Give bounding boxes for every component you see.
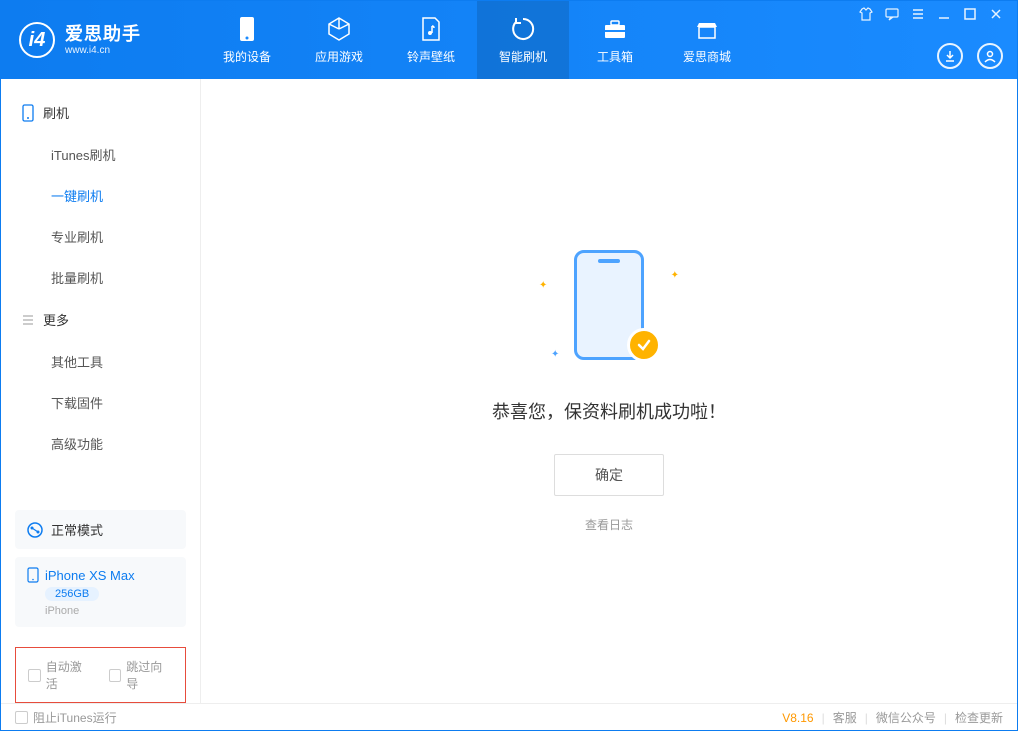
version-label: V8.16 (782, 711, 813, 725)
app-subtitle: www.i4.cn (65, 45, 141, 56)
ok-button[interactable]: 确定 (554, 454, 664, 496)
check-badge-icon (627, 328, 661, 362)
group-title: 更多 (43, 310, 69, 329)
device-type: iPhone (45, 605, 174, 617)
maximize-icon[interactable] (963, 7, 977, 21)
body-area: 刷机 iTunes刷机 一键刷机 专业刷机 批量刷机 更多 其他工具 下载固件 … (1, 79, 1017, 703)
logo-text: 爱思助手 www.i4.cn (65, 24, 141, 57)
phone-icon (21, 104, 35, 122)
sparkle-icon: ✦ (551, 349, 559, 360)
nav-tab-my-device[interactable]: 我的设备 (201, 1, 293, 79)
header: i4 爱思助手 www.i4.cn 我的设备 应用游戏 铃声壁纸 智能刷机 工具… (1, 1, 1017, 79)
nav-tabs: 我的设备 应用游戏 铃声壁纸 智能刷机 工具箱 爱思商城 (201, 1, 753, 79)
footer-link-wechat[interactable]: 微信公众号 (876, 709, 936, 726)
sidebar-item-pro-flash[interactable]: 专业刷机 (1, 216, 200, 257)
nav-tab-ringtones[interactable]: 铃声壁纸 (385, 1, 477, 79)
sidebar-item-download-firmware[interactable]: 下载固件 (1, 382, 200, 423)
checkbox-label: 自动激活 (46, 658, 93, 692)
toolbox-icon (602, 16, 628, 42)
user-icon[interactable] (977, 43, 1003, 69)
music-file-icon (418, 16, 444, 42)
device-card[interactable]: iPhone XS Max 256GB iPhone (15, 557, 186, 627)
sidebar-item-itunes-flash[interactable]: iTunes刷机 (1, 134, 200, 175)
checkbox-auto-activate[interactable]: 自动激活 (28, 658, 93, 692)
footer-link-support[interactable]: 客服 (833, 709, 857, 726)
sidebar-group-more: 更多 (1, 298, 200, 341)
checkbox-icon (109, 669, 122, 682)
success-message: 恭喜您，保资料刷机成功啦！ (492, 398, 726, 424)
window-controls (859, 7, 1003, 21)
app-title: 爱思助手 (65, 24, 141, 46)
close-icon[interactable] (989, 7, 1003, 21)
nav-label: 工具箱 (597, 48, 633, 65)
footer: 阻止iTunes运行 V8.16 | 客服 | 微信公众号 | 检查更新 (1, 703, 1017, 731)
feedback-icon[interactable] (885, 7, 899, 21)
download-icon[interactable] (937, 43, 963, 69)
header-right (859, 1, 1003, 79)
nav-label: 铃声壁纸 (407, 48, 455, 65)
view-log-link[interactable]: 查看日志 (585, 516, 633, 533)
separator: | (822, 711, 825, 725)
minimize-icon[interactable] (937, 7, 951, 21)
nav-label: 智能刷机 (499, 48, 547, 65)
logo-icon: i4 (19, 22, 55, 58)
device-name-row: iPhone XS Max (27, 567, 174, 583)
checkbox-label: 阻止iTunes运行 (33, 709, 117, 726)
nav-tab-apps-games[interactable]: 应用游戏 (293, 1, 385, 79)
user-icons (937, 43, 1003, 69)
sparkle-icon: ✦ (539, 280, 547, 291)
sidebar-top: 刷机 iTunes刷机 一键刷机 专业刷机 批量刷机 更多 其他工具 下载固件 … (1, 79, 200, 500)
refresh-shield-icon (510, 16, 536, 42)
nav-tab-smart-flash[interactable]: 智能刷机 (477, 1, 569, 79)
phone-small-icon (27, 567, 39, 583)
store-icon (694, 16, 720, 42)
success-illustration: ✦ ✦ ✦ (529, 250, 689, 370)
cube-icon (326, 16, 352, 42)
checkbox-skip-guide[interactable]: 跳过向导 (109, 658, 174, 692)
nav-label: 我的设备 (223, 48, 271, 65)
separator: | (944, 711, 947, 725)
nav-tab-toolbox[interactable]: 工具箱 (569, 1, 661, 79)
sidebar-item-one-click-flash[interactable]: 一键刷机 (1, 175, 200, 216)
status-icon (27, 522, 43, 538)
footer-left: 阻止iTunes运行 (15, 709, 117, 726)
list-icon (21, 313, 35, 327)
status-card[interactable]: 正常模式 (15, 510, 186, 549)
footer-link-check-update[interactable]: 检查更新 (955, 709, 1003, 726)
status-label: 正常模式 (51, 520, 103, 539)
sparkle-icon: ✦ (671, 270, 679, 281)
device-capacity: 256GB (45, 587, 99, 601)
checkbox-label: 跳过向导 (126, 658, 173, 692)
nav-tab-store[interactable]: 爱思商城 (661, 1, 753, 79)
group-title: 刷机 (43, 103, 69, 122)
shirt-icon[interactable] (859, 7, 873, 21)
menu-icon[interactable] (911, 7, 925, 21)
checkbox-row-highlighted: 自动激活 跳过向导 (15, 647, 186, 703)
separator: | (865, 711, 868, 725)
device-name: iPhone XS Max (45, 568, 135, 583)
checkbox-icon (15, 711, 28, 724)
sidebar-bottom: 正常模式 iPhone XS Max 256GB iPhone (1, 500, 200, 637)
logo-area[interactable]: i4 爱思助手 www.i4.cn (1, 22, 201, 58)
sidebar-item-batch-flash[interactable]: 批量刷机 (1, 257, 200, 298)
sidebar-group-flash: 刷机 (1, 91, 200, 134)
checkbox-icon (28, 669, 41, 682)
checkbox-block-itunes[interactable]: 阻止iTunes运行 (15, 709, 117, 726)
footer-right: V8.16 | 客服 | 微信公众号 | 检查更新 (782, 709, 1003, 726)
sidebar-item-advanced[interactable]: 高级功能 (1, 423, 200, 464)
device-icon (234, 16, 260, 42)
sidebar: 刷机 iTunes刷机 一键刷机 专业刷机 批量刷机 更多 其他工具 下载固件 … (1, 79, 201, 703)
nav-label: 爱思商城 (683, 48, 731, 65)
nav-label: 应用游戏 (315, 48, 363, 65)
sidebar-item-other-tools[interactable]: 其他工具 (1, 341, 200, 382)
main-content: ✦ ✦ ✦ 恭喜您，保资料刷机成功啦！ 确定 查看日志 (201, 79, 1017, 703)
